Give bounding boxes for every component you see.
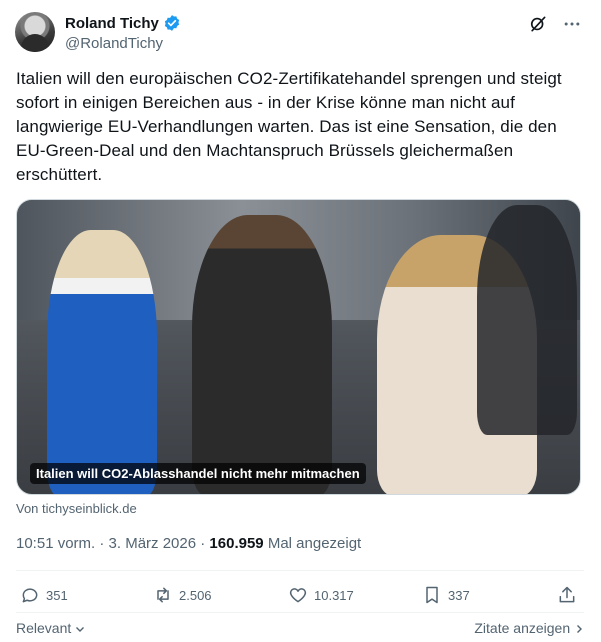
author-name-row: Roland Tichy [65, 14, 181, 32]
like-button[interactable]: 10.317 [288, 585, 354, 605]
divider [16, 612, 584, 613]
more-icon[interactable] [562, 14, 582, 34]
tweet-meta: 10:51 vorm. · 3. März 2026 · 160.959 Mal… [16, 535, 361, 552]
replies-footer: Relevant Zitate anzeigen [16, 620, 584, 638]
views-label: Mal angezeigt [263, 535, 362, 552]
repost-button[interactable]: 2.506 [153, 585, 212, 605]
chevron-right-icon [577, 625, 582, 634]
reply-count: 351 [46, 587, 68, 603]
action-bar: 351 2.506 10.317 337 [16, 585, 584, 607]
like-icon [289, 588, 307, 603]
card-source[interactable]: Von tichyseinblick.de [16, 501, 137, 516]
view-count: 160.959 [209, 535, 264, 552]
view-quotes-link[interactable]: Zitate anzeigen [474, 620, 584, 636]
bookmark-button[interactable]: 337 [422, 585, 470, 605]
repost-icon [157, 587, 169, 603]
photo-figure [192, 215, 332, 494]
avatar[interactable] [15, 12, 55, 52]
reply-icon [22, 588, 38, 603]
share-button[interactable] [557, 585, 577, 605]
bookmark-count: 337 [448, 587, 470, 603]
bookmark-icon [426, 586, 438, 604]
card-caption: Italien will CO2-Ablasshandel nicht mehr… [30, 463, 366, 484]
header-actions [528, 14, 582, 34]
chevron-down-icon [76, 627, 85, 633]
grok-icon[interactable] [528, 14, 548, 34]
share-icon [559, 586, 575, 603]
author-name[interactable]: Roland Tichy [65, 15, 159, 32]
divider [16, 570, 584, 571]
link-card[interactable]: Italien will CO2-Ablasshandel nicht mehr… [16, 199, 581, 495]
verified-badge-icon [164, 15, 180, 31]
photo-figure [477, 205, 577, 435]
reply-button[interactable]: 351 [20, 585, 68, 605]
view-quotes-label: Zitate anzeigen [474, 620, 571, 636]
repost-count: 2.506 [179, 587, 212, 603]
author-handle[interactable]: @RolandTichy [65, 35, 163, 52]
sort-label: Relevant [16, 620, 72, 636]
sort-relevant-button[interactable]: Relevant [16, 620, 85, 636]
like-count: 10.317 [314, 587, 354, 603]
tweet-header: Roland Tichy @RolandTichy [15, 12, 586, 56]
tweet-timestamp[interactable]: 10:51 vorm. · 3. März 2026 · [16, 535, 209, 552]
photo-figure [47, 230, 157, 494]
tweet-text: Italien will den europäischen CO2-Zertif… [16, 69, 562, 184]
